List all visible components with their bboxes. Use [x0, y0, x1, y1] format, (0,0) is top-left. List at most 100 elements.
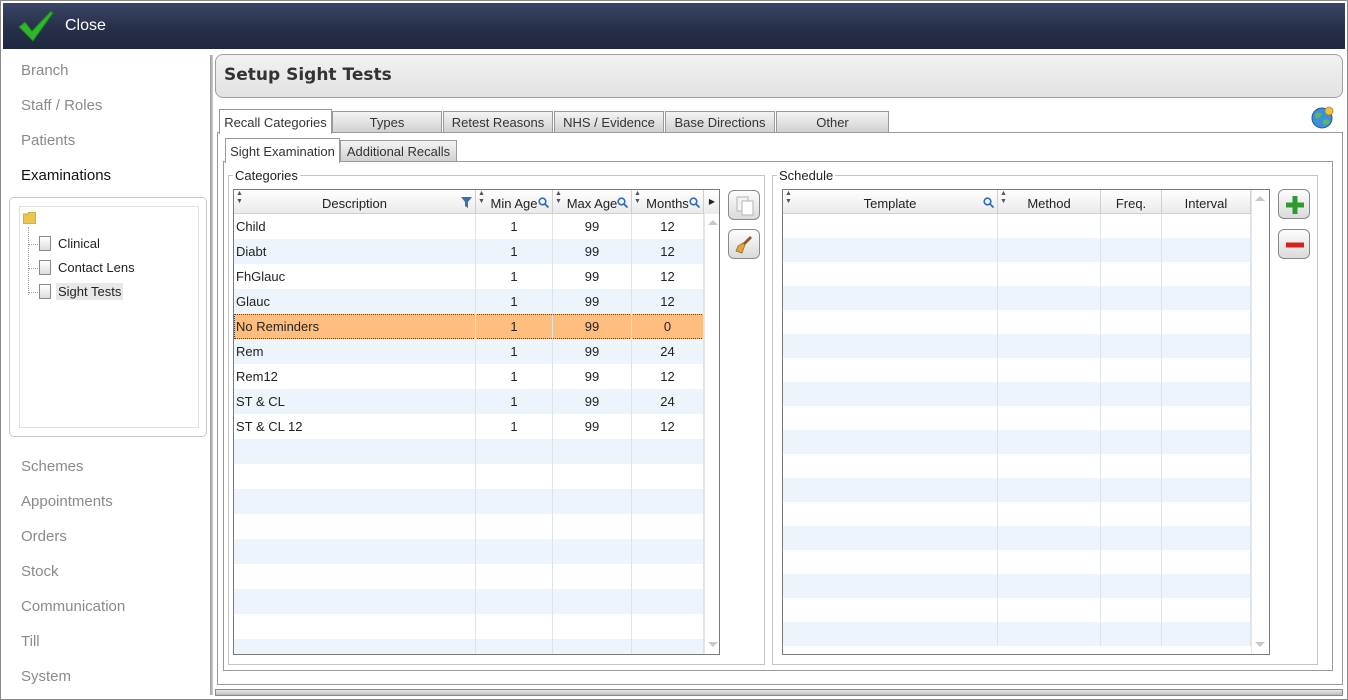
column-header-template[interactable]: ▲ ▼ Template: [783, 190, 998, 214]
cell-months[interactable]: [632, 439, 704, 464]
cell-method[interactable]: [998, 502, 1101, 526]
cell-template[interactable]: [783, 262, 998, 286]
cell-max-age[interactable]: [553, 589, 632, 614]
cell-method[interactable]: [998, 598, 1101, 622]
cell-interval[interactable]: [1162, 502, 1251, 526]
tab-types[interactable]: Types: [332, 111, 442, 133]
sidebar-item-communication[interactable]: Communication: [21, 598, 125, 615]
cell-interval[interactable]: [1162, 622, 1251, 646]
table-row[interactable]: No Reminders 1 99 0: [234, 314, 704, 339]
cell-template[interactable]: [783, 598, 998, 622]
cell-template[interactable]: [783, 406, 998, 430]
cell-freq[interactable]: [1101, 334, 1162, 358]
cell-method[interactable]: [998, 574, 1101, 598]
tree-item-label[interactable]: Contact Lens: [56, 259, 137, 276]
table-row[interactable]: [234, 514, 704, 539]
table-row[interactable]: [783, 526, 1251, 550]
cell-min-age[interactable]: 1: [476, 339, 553, 364]
cell-interval[interactable]: [1162, 550, 1251, 574]
categories-grid[interactable]: ▲ ▼ Description ▲ ▼ Min Age ▲ ▼ Max Age ▲ ▼ …: [233, 189, 720, 655]
cell-max-age[interactable]: 99: [553, 214, 632, 239]
cell-interval[interactable]: [1162, 358, 1251, 382]
schedule-grid[interactable]: ▲ ▼ Template ▲ ▼ Method Freq. Interval: [782, 189, 1270, 655]
table-row[interactable]: Glauc 1 99 12: [234, 289, 704, 314]
table-row[interactable]: [783, 406, 1251, 430]
cell-freq[interactable]: [1101, 310, 1162, 334]
sidebar-item-till[interactable]: Till: [21, 633, 40, 650]
cell-min-age[interactable]: [476, 489, 553, 514]
sidebar-item-staff-roles[interactable]: Staff / Roles: [21, 97, 102, 114]
tree-item-label[interactable]: Sight Tests: [56, 283, 124, 300]
cell-template[interactable]: [783, 310, 998, 334]
cell-method[interactable]: [998, 262, 1101, 286]
sidebar-item-system[interactable]: System: [21, 668, 71, 685]
cell-description[interactable]: [234, 439, 476, 464]
cell-freq[interactable]: [1101, 358, 1162, 382]
cell-template[interactable]: [783, 622, 998, 646]
tab-sight-examination[interactable]: Sight Examination: [225, 138, 340, 163]
cell-max-age[interactable]: 99: [553, 289, 632, 314]
cell-method[interactable]: [998, 526, 1101, 550]
cell-min-age[interactable]: 1: [476, 314, 553, 339]
cell-method[interactable]: [998, 430, 1101, 454]
cell-template[interactable]: [783, 526, 998, 550]
cell-months[interactable]: [632, 539, 704, 564]
cell-interval[interactable]: [1162, 478, 1251, 502]
cell-freq[interactable]: [1101, 214, 1162, 238]
table-row[interactable]: FhGlauc 1 99 12: [234, 264, 704, 289]
table-row[interactable]: [234, 589, 704, 614]
cell-freq[interactable]: [1101, 526, 1162, 550]
column-header-interval[interactable]: Interval: [1162, 190, 1251, 214]
table-row[interactable]: [783, 454, 1251, 478]
tab-other[interactable]: Other: [776, 111, 889, 133]
table-row[interactable]: [783, 598, 1251, 622]
cell-interval[interactable]: [1162, 526, 1251, 550]
cell-min-age[interactable]: 1: [476, 264, 553, 289]
cell-template[interactable]: [783, 238, 998, 262]
cell-max-age[interactable]: [553, 514, 632, 539]
cell-freq[interactable]: [1101, 574, 1162, 598]
cell-months[interactable]: [632, 464, 704, 489]
cell-interval[interactable]: [1162, 574, 1251, 598]
cell-template[interactable]: [783, 430, 998, 454]
cell-description[interactable]: [234, 564, 476, 589]
cell-freq[interactable]: [1101, 598, 1162, 622]
table-row[interactable]: [234, 439, 704, 464]
cell-freq[interactable]: [1101, 262, 1162, 286]
table-row[interactable]: [783, 550, 1251, 574]
cell-max-age[interactable]: [553, 489, 632, 514]
cell-description[interactable]: Rem12: [234, 364, 476, 389]
cell-months[interactable]: [632, 639, 704, 654]
cell-months[interactable]: [632, 564, 704, 589]
cell-template[interactable]: [783, 478, 998, 502]
cell-freq[interactable]: [1101, 238, 1162, 262]
cell-min-age[interactable]: 1: [476, 364, 553, 389]
table-row[interactable]: [783, 238, 1251, 262]
cell-template[interactable]: [783, 358, 998, 382]
cell-interval[interactable]: [1162, 598, 1251, 622]
cell-min-age[interactable]: 1: [476, 239, 553, 264]
tab-nhs-evidence[interactable]: NHS / Evidence: [554, 111, 664, 133]
table-row[interactable]: ST & CL 12 1 99 12: [234, 414, 704, 439]
table-row[interactable]: [783, 622, 1251, 646]
column-header-freq[interactable]: Freq.: [1101, 190, 1162, 214]
tab-recall-categories[interactable]: Recall Categories: [219, 109, 332, 134]
cell-interval[interactable]: [1162, 406, 1251, 430]
cell-description[interactable]: ST & CL: [234, 389, 476, 414]
column-header-months[interactable]: ▲ ▼ Months: [632, 190, 704, 214]
table-row[interactable]: [234, 564, 704, 589]
schedule-scrollbar[interactable]: [1251, 190, 1267, 654]
cell-min-age[interactable]: [476, 564, 553, 589]
table-row[interactable]: [783, 430, 1251, 454]
cell-template[interactable]: [783, 214, 998, 238]
search-icon[interactable]: [983, 197, 994, 208]
cell-min-age[interactable]: [476, 514, 553, 539]
cell-freq[interactable]: [1101, 622, 1162, 646]
cell-max-age[interactable]: 99: [553, 314, 632, 339]
sidebar-item-examinations[interactable]: Examinations: [21, 167, 111, 184]
cell-method[interactable]: [998, 622, 1101, 646]
cell-max-age[interactable]: [553, 539, 632, 564]
cell-template[interactable]: [783, 382, 998, 406]
cell-max-age[interactable]: 99: [553, 264, 632, 289]
cell-interval[interactable]: [1162, 310, 1251, 334]
